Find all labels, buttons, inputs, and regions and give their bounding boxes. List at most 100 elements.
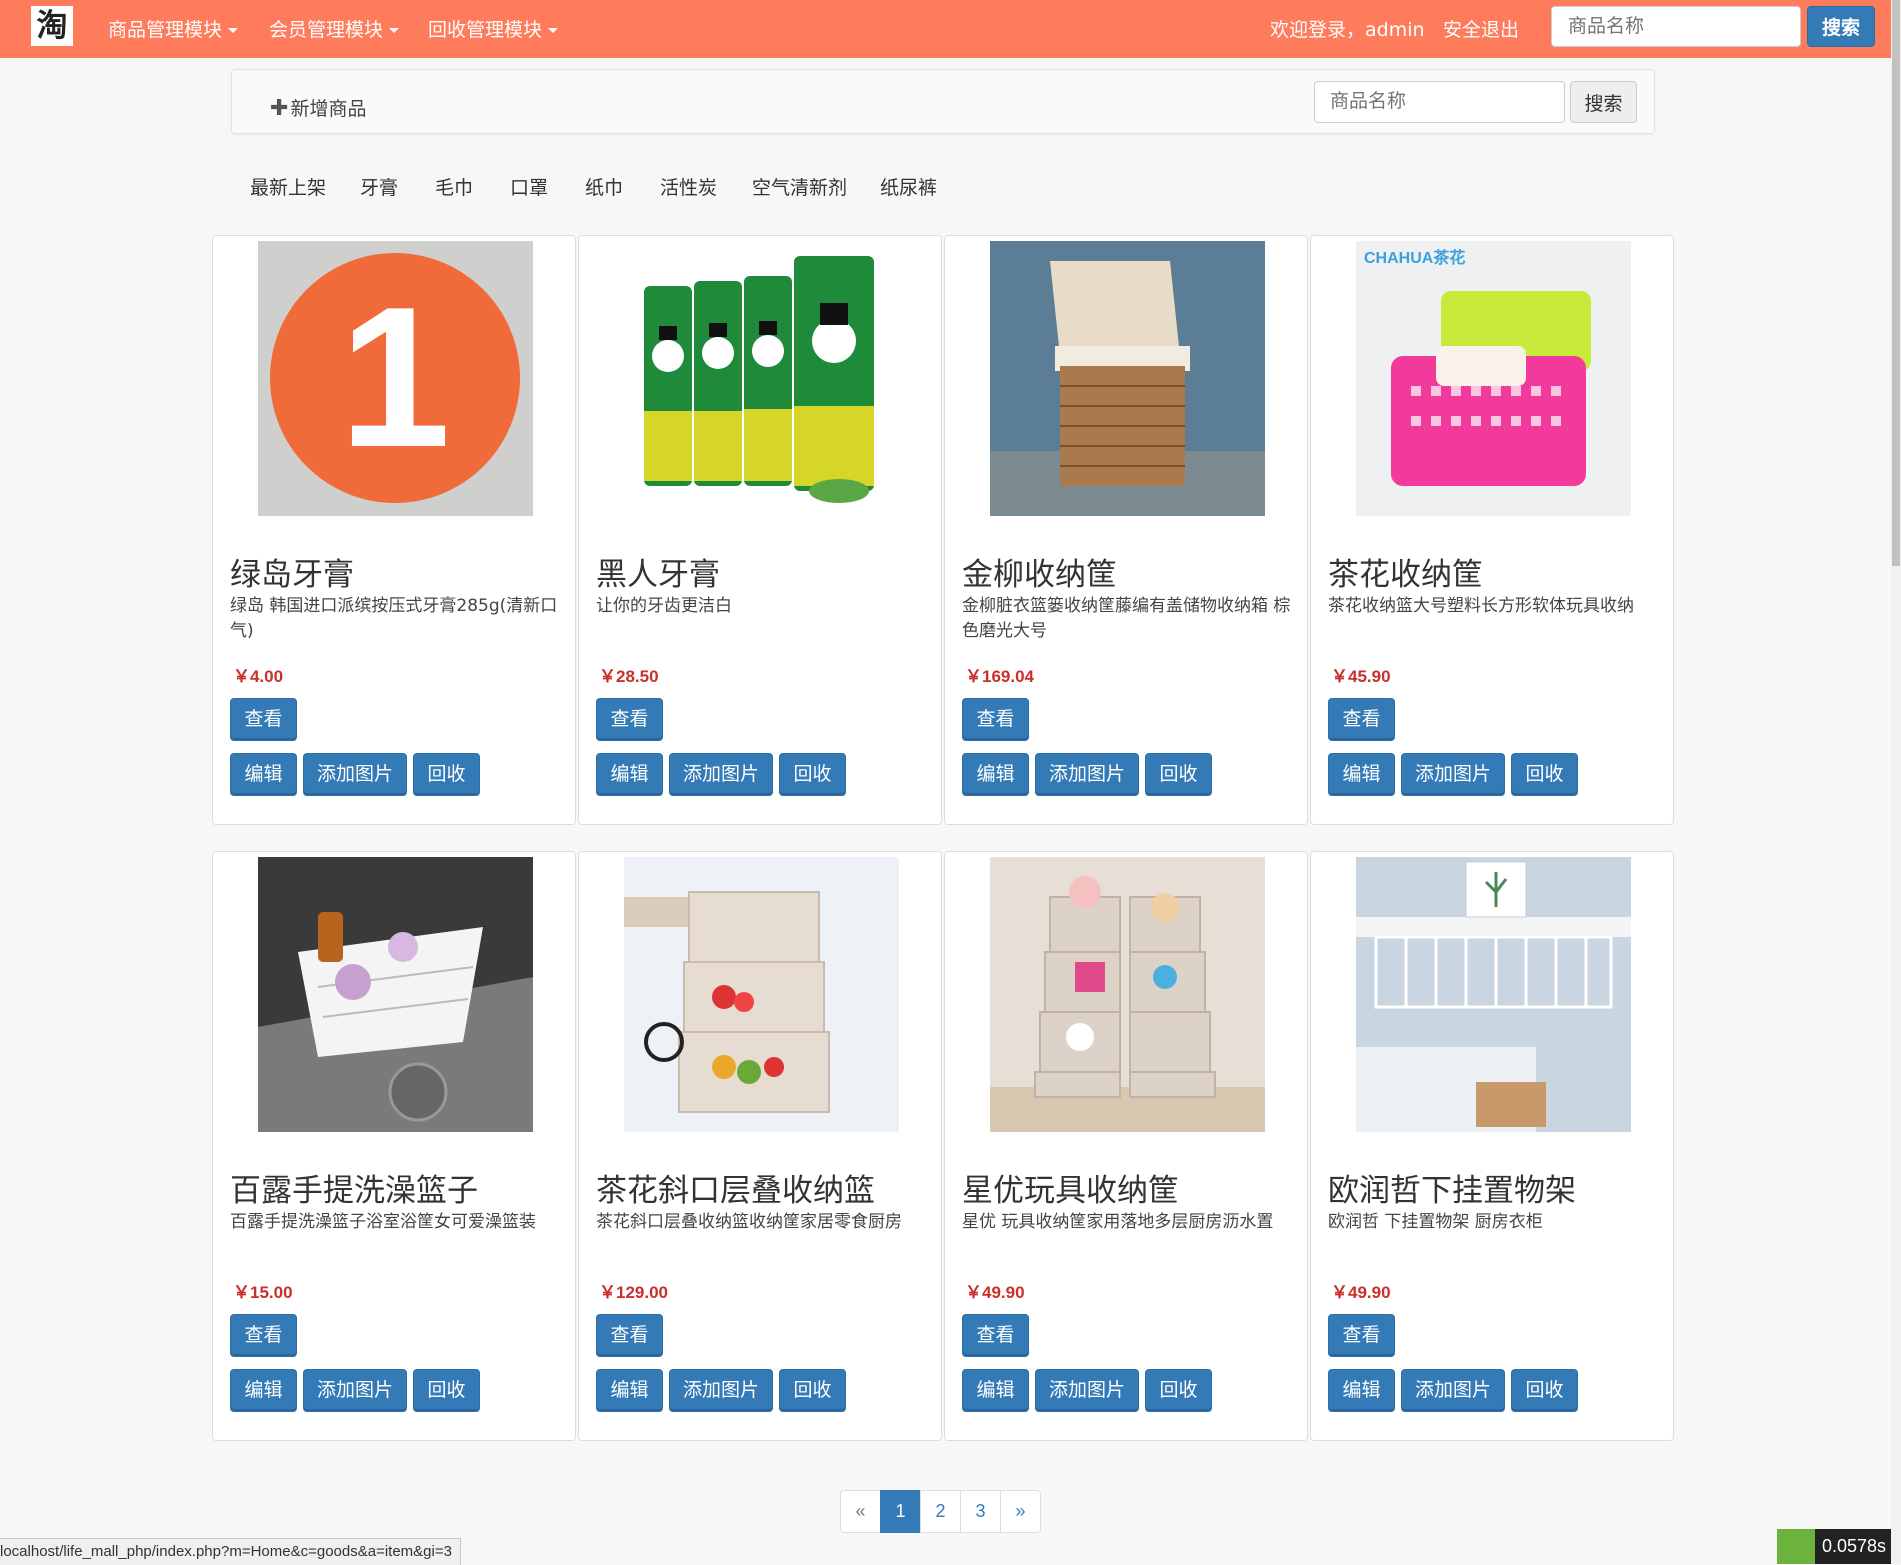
product-card: 金柳收纳筐 金柳脏衣篮篓收纳筐藤编有盖储物收纳箱 棕色磨光大号 ￥169.04 … [944,235,1308,825]
view-button[interactable]: 查看 [1328,698,1395,741]
category-link[interactable]: 空气清新剂 [752,173,847,200]
view-button[interactable]: 查看 [596,698,663,741]
recycle-button[interactable]: 回收 [779,1369,846,1412]
product-desc: 茶花斜口层叠收纳篮收纳筐家居零食厨房 [596,1212,902,1232]
recycle-button[interactable]: 回收 [413,1369,480,1412]
edit-button[interactable]: 编辑 [596,753,663,796]
add-image-button[interactable]: 添加图片 [1401,753,1505,796]
view-button[interactable]: 查看 [962,1314,1029,1357]
recycle-button[interactable]: 回收 [413,753,480,796]
leaf-icon [1777,1529,1815,1564]
brand-watermark: CHAHUA茶花 [1364,248,1465,267]
under-shelf-basket-icon[interactable] [1356,857,1631,1132]
recycle-button[interactable]: 回收 [1145,1369,1212,1412]
recycle-button[interactable]: 回收 [779,753,846,796]
product-price: ￥49.90 [1331,1283,1391,1302]
page-1[interactable]: 1 [880,1490,921,1533]
stacking-rack-icon[interactable] [624,857,899,1132]
toy-shelf-icon[interactable] [990,857,1265,1132]
product-desc: 金柳脏衣篮篓收纳筐藤编有盖储物收纳箱 棕色磨光大号 [962,596,1291,641]
edit-button[interactable]: 编辑 [1328,1369,1395,1412]
product-price: ￥45.90 [1331,667,1391,686]
product-card: 百露手提洗澡篮子 百露手提洗澡篮子浴室浴筐女可爱澡篮装 ￥15.00 查看 编辑… [212,851,576,1441]
menu-goods-management[interactable]: 商品管理模块 [108,15,239,42]
toothpaste-tubes-icon[interactable] [624,241,899,516]
site-logo[interactable]: 淘 [31,6,73,46]
add-image-button[interactable]: 添加图片 [669,1369,773,1412]
page-prev[interactable]: « [840,1490,881,1533]
product-title: 茶花收纳筐 [1328,557,1483,593]
view-button[interactable]: 查看 [1328,1314,1395,1357]
add-goods-link[interactable]: ✚ 新增商品 [270,94,366,121]
timer-text: 0.0578s [1822,1536,1887,1556]
menu-label: 商品管理模块 [108,19,223,41]
add-image-button[interactable]: 添加图片 [303,753,407,796]
product-card: CHAHUA茶花 茶花收纳筐 茶花收纳篮大号塑料长方形软体玩具收纳 ￥45.90… [1310,235,1674,825]
menu-recycle-management[interactable]: 回收管理模块 [428,15,559,42]
recycle-button[interactable]: 回收 [1511,753,1578,796]
edit-button[interactable]: 编辑 [230,1369,297,1412]
welcome-text: 欢迎登录，admin [1270,19,1425,41]
add-image-button[interactable]: 添加图片 [1401,1369,1505,1412]
edit-button[interactable]: 编辑 [230,753,297,796]
add-image-button[interactable]: 添加图片 [1035,1369,1139,1412]
logout-link[interactable]: 安全退出 [1443,15,1519,42]
page-3[interactable]: 3 [960,1490,1001,1533]
product-title: 绿岛牙膏 [230,557,354,593]
product-card: 1 绿岛牙膏 绿岛 韩国进口派缤按压式牙膏285g(清新口气) ￥4.00 查看… [212,235,576,825]
view-button[interactable]: 查看 [230,698,297,741]
plastic-basket-icon[interactable]: CHAHUA茶花 [1356,241,1631,516]
category-link[interactable]: 最新上架 [250,173,326,200]
product-price: ￥49.90 [965,1283,1025,1302]
page-next[interactable]: » [1000,1490,1041,1533]
recycle-button[interactable]: 回收 [1145,753,1212,796]
page-2[interactable]: 2 [920,1490,961,1533]
product-desc: 欧润哲 下挂置物架 厨房衣柜 [1328,1212,1543,1232]
svg-text:1: 1 [339,266,450,489]
navbar-search-input[interactable] [1551,6,1801,47]
recycle-button[interactable]: 回收 [1511,1369,1578,1412]
navbar-search-button[interactable]: 搜索 [1807,6,1875,47]
caret-down-icon [228,28,239,33]
page-scrollbar[interactable] [1891,0,1901,1564]
product-title: 欧润哲下挂置物架 [1328,1173,1576,1209]
add-image-button[interactable]: 添加图片 [669,753,773,796]
category-link[interactable]: 纸巾 [585,173,623,200]
edit-button[interactable]: 编辑 [1328,753,1395,796]
status-bar-url: localhost/life_mall_php/index.php?m=Home… [0,1538,461,1565]
product-desc: 百露手提洗澡篮子浴室浴筐女可爱澡篮装 [230,1212,536,1232]
edit-button[interactable]: 编辑 [962,1369,1029,1412]
menu-label: 会员管理模块 [269,19,384,41]
orange-number-one-icon[interactable]: 1 [258,241,533,516]
product-title: 百露手提洗澡篮子 [230,1173,478,1209]
goods-search-input[interactable] [1314,81,1565,123]
category-link[interactable]: 纸尿裤 [880,173,937,200]
category-link[interactable]: 口罩 [510,173,548,200]
add-goods-label: 新增商品 [290,98,367,120]
product-title: 黑人牙膏 [596,557,720,593]
product-card: 黑人牙膏 让你的牙齿更洁白 ￥28.50 查看 编辑 添加图片 回收 [578,235,942,825]
view-button[interactable]: 查看 [596,1314,663,1357]
caret-down-icon [548,28,559,33]
shower-caddy-icon[interactable] [258,857,533,1132]
goods-search-button[interactable]: 搜索 [1570,81,1637,123]
product-desc: 绿岛 韩国进口派缤按压式牙膏285g(清新口气) [230,596,558,641]
product-price: ￥4.00 [233,667,284,686]
goods-toolbar: ✚新增商品 搜索 [231,69,1655,134]
view-button[interactable]: 查看 [230,1314,297,1357]
view-button[interactable]: 查看 [962,698,1029,741]
product-price: ￥15.00 [233,1283,293,1302]
menu-member-management[interactable]: 会员管理模块 [269,15,400,42]
edit-button[interactable]: 编辑 [962,753,1029,796]
add-image-button[interactable]: 添加图片 [303,1369,407,1412]
wicker-basket-icon[interactable] [990,241,1265,516]
product-card: 茶花斜口层叠收纳篮 茶花斜口层叠收纳篮收纳筐家居零食厨房 ￥129.00 查看 … [578,851,942,1441]
edit-button[interactable]: 编辑 [596,1369,663,1412]
category-link[interactable]: 牙膏 [360,173,398,200]
product-desc: 茶花收纳篮大号塑料长方形软体玩具收纳 [1328,596,1634,616]
scrollbar-thumb[interactable] [1892,0,1900,566]
top-navbar: 淘 商品管理模块 会员管理模块 回收管理模块 欢迎登录，admin 安全退出 搜… [0,0,1891,58]
category-link[interactable]: 活性炭 [660,173,717,200]
add-image-button[interactable]: 添加图片 [1035,753,1139,796]
category-link[interactable]: 毛巾 [435,173,473,200]
